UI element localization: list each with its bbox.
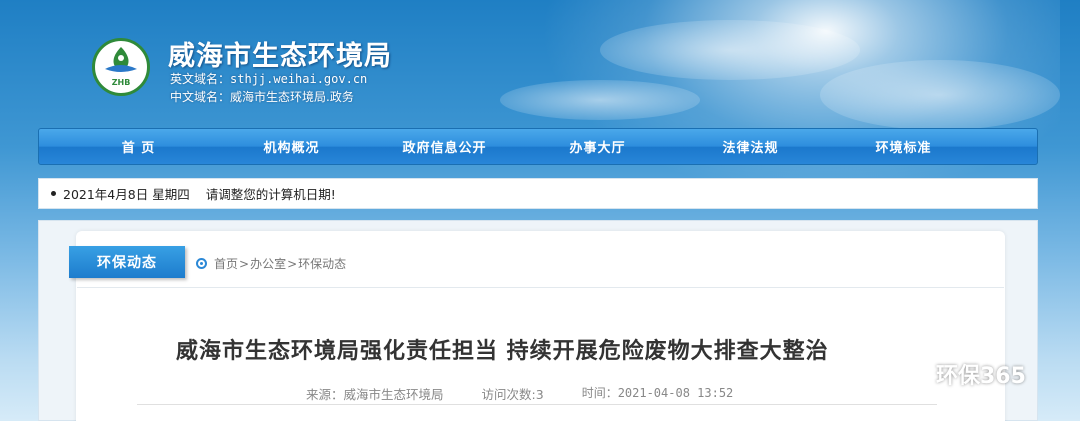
article-title: 威海市生态环境局强化责任担当 持续开展危险废物大排查大整治	[176, 338, 829, 364]
breadcrumb: 首页 > 办公室 > 环保动态	[196, 255, 346, 272]
article-source: 来源：威海市生态环境局	[306, 387, 444, 402]
location-icon	[196, 258, 207, 269]
date-notice: 请调整您的计算机日期!	[205, 187, 336, 202]
breadcrumb-home[interactable]: 首页	[214, 255, 238, 272]
watermark-text: 环保365	[936, 364, 1026, 389]
bullet-icon	[51, 191, 56, 196]
cloud-decoration	[820, 60, 1060, 130]
site-logo[interactable]: ZHB	[92, 38, 150, 96]
article-meta: 来源：威海市生态环境局 访问次数:3 时间：2021-04-08 13:52	[306, 384, 771, 403]
nav-laws[interactable]: 法律法规	[674, 137, 827, 156]
sky-background	[540, 0, 1060, 200]
chinese-domain-value[interactable]: 威海市生态环境局.政务	[230, 90, 354, 104]
cloud-decoration	[600, 20, 860, 80]
wechat-icon	[898, 360, 931, 386]
chinese-domain-label: 中文域名：	[170, 90, 231, 104]
nav-gov-info[interactable]: 政府信息公开	[368, 137, 521, 156]
divider	[137, 404, 937, 405]
article-visits: 访问次数:3	[481, 387, 544, 402]
current-date: 2021年4月8日 星期四	[63, 187, 190, 202]
breadcrumb-separator: >	[287, 256, 298, 271]
cloud-decoration	[500, 80, 700, 120]
breadcrumb-env-news[interactable]: 环保动态	[298, 255, 346, 272]
section-tab[interactable]: 环保动态	[69, 246, 185, 278]
watermark: 环保365	[898, 358, 1026, 390]
english-domain-value[interactable]: sthjj.weihai.gov.cn	[230, 72, 367, 86]
site-title: 威海市生态环境局	[168, 41, 392, 72]
chinese-domain: 中文域名：威海市生态环境局.政务	[170, 88, 354, 105]
breadcrumb-separator: >	[239, 256, 250, 271]
divider	[77, 287, 1004, 288]
leaf-emblem-icon: ZHB	[105, 47, 137, 87]
main-nav: 首 页 机构概况 政府信息公开 办事大厅 法律法规 环境标准	[38, 128, 1038, 165]
nav-home[interactable]: 首 页	[62, 137, 215, 156]
article-time: 时间：2021-04-08 13:52	[581, 386, 734, 400]
nav-organization[interactable]: 机构概况	[215, 137, 368, 156]
english-domain: 英文域名：sthjj.weihai.gov.cn	[170, 70, 367, 87]
logo-text: ZHB	[112, 78, 131, 87]
english-domain-label: 英文域名：	[170, 72, 231, 86]
date-bar: 2021年4月8日 星期四 请调整您的计算机日期!	[38, 178, 1038, 209]
nav-service-hall[interactable]: 办事大厅	[521, 137, 674, 156]
nav-env-standards[interactable]: 环境标准	[827, 137, 980, 156]
breadcrumb-office[interactable]: 办公室	[250, 255, 286, 272]
